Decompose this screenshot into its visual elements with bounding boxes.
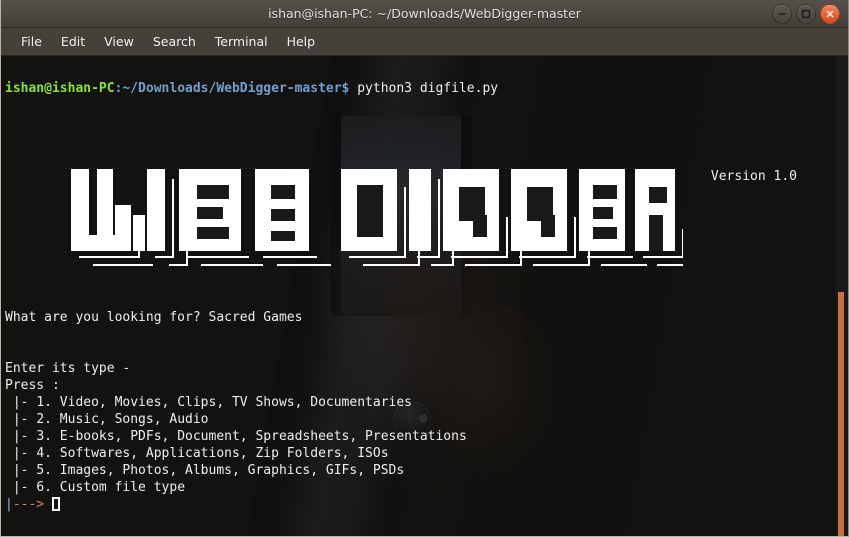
option-prefix: |- — [12, 446, 37, 461]
close-icon — [826, 10, 834, 18]
type-prompt: Enter its type - — [5, 361, 131, 376]
option-number: 3. — [36, 429, 52, 444]
title-bar[interactable]: ishan@ishan-PC: ~/Downloads/WebDigger-ma… — [1, 0, 848, 28]
terminal-content: ishan@ishan-PC:~/Downloads/WebDigger-mas… — [1, 56, 848, 530]
terminal-body[interactable]: ishan@ishan-PC:~/Downloads/WebDigger-mas… — [1, 56, 848, 536]
option-prefix: |- — [12, 395, 37, 410]
menu-item-help[interactable]: Help — [278, 32, 325, 51]
option-label: Images, Photos, Albums, Graphics, GIFs, … — [51, 463, 405, 478]
terminal-scrollbar[interactable] — [836, 56, 848, 536]
option-row[interactable]: |- 5. Images, Photos, Albums, Graphics, … — [5, 463, 404, 478]
menu-item-file[interactable]: File — [12, 32, 51, 51]
option-row[interactable]: |- 3. E-books, PDFs, Document, Spreadshe… — [5, 429, 467, 444]
press-label: Press : — [5, 378, 60, 393]
question-answer: Sacred Games — [208, 310, 303, 325]
text-cursor — [51, 497, 60, 511]
option-row[interactable]: |- 1. Video, Movies, Clips, TV Shows, Do… — [5, 395, 412, 410]
option-number: 2. — [36, 412, 52, 427]
menu-item-edit[interactable]: Edit — [52, 32, 94, 51]
option-label: Custom file type — [51, 480, 186, 495]
option-number: 1. — [36, 395, 52, 410]
minimize-icon — [778, 13, 786, 15]
prompt-command: python3 digfile.py — [349, 81, 499, 96]
shell-prompt-line: ishan@ishan-PC:~/Downloads/WebDigger-mas… — [5, 81, 498, 96]
option-prefix: |- — [12, 480, 37, 495]
window-title: ishan@ishan-PC: ~/Downloads/WebDigger-ma… — [268, 6, 581, 21]
option-number: 4. — [36, 446, 52, 461]
menu-item-view[interactable]: View — [95, 32, 143, 51]
option-prefix: |- — [12, 412, 37, 427]
question-text: What are you looking for? — [5, 310, 209, 325]
terminal-window: ishan@ishan-PC: ~/Downloads/WebDigger-ma… — [0, 0, 849, 537]
option-row[interactable]: |- 4. Softwares, Applications, Zip Folde… — [5, 446, 389, 461]
option-row[interactable]: |- 2. Music, Songs, Audio — [5, 412, 209, 427]
web-digger-ascii-art — [71, 169, 683, 266]
window-controls — [772, 4, 840, 24]
ascii-banner: Version 1.0 — [5, 157, 848, 275]
prompt-user: ishan@ishan-PC — [5, 81, 115, 96]
maximize-button[interactable] — [796, 4, 816, 24]
option-label: Music, Songs, Audio — [51, 412, 209, 427]
minimize-button[interactable] — [772, 4, 792, 24]
close-button[interactable] — [820, 4, 840, 24]
input-prompt-bar: | — [5, 497, 13, 512]
input-prompt-line[interactable]: |---> — [5, 497, 60, 512]
input-prompt-arrow: ---> — [12, 497, 45, 512]
menu-item-search[interactable]: Search — [144, 32, 205, 51]
option-number: 5. — [36, 463, 52, 478]
option-prefix: |- — [12, 463, 37, 478]
maximize-icon — [801, 9, 811, 19]
option-row[interactable]: |- 6. Custom file type — [5, 480, 185, 495]
menu-item-terminal[interactable]: Terminal — [206, 32, 277, 51]
scrollbar-thumb[interactable] — [838, 292, 844, 536]
prompt-path: :~/Downloads/WebDigger-master$ — [114, 81, 350, 96]
question-line: What are you looking for? Sacred Games — [5, 310, 302, 325]
option-label: Softwares, Applications, Zip Folders, IS… — [51, 446, 389, 461]
option-number: 6. — [36, 480, 52, 495]
menu-bar: File Edit View Search Terminal Help — [1, 28, 848, 56]
option-label: E-books, PDFs, Document, Spreadsheets, P… — [51, 429, 467, 444]
option-prefix: |- — [12, 429, 37, 444]
option-label: Video, Movies, Clips, TV Shows, Document… — [51, 395, 412, 410]
version-label: Version 1.0 — [710, 169, 797, 184]
